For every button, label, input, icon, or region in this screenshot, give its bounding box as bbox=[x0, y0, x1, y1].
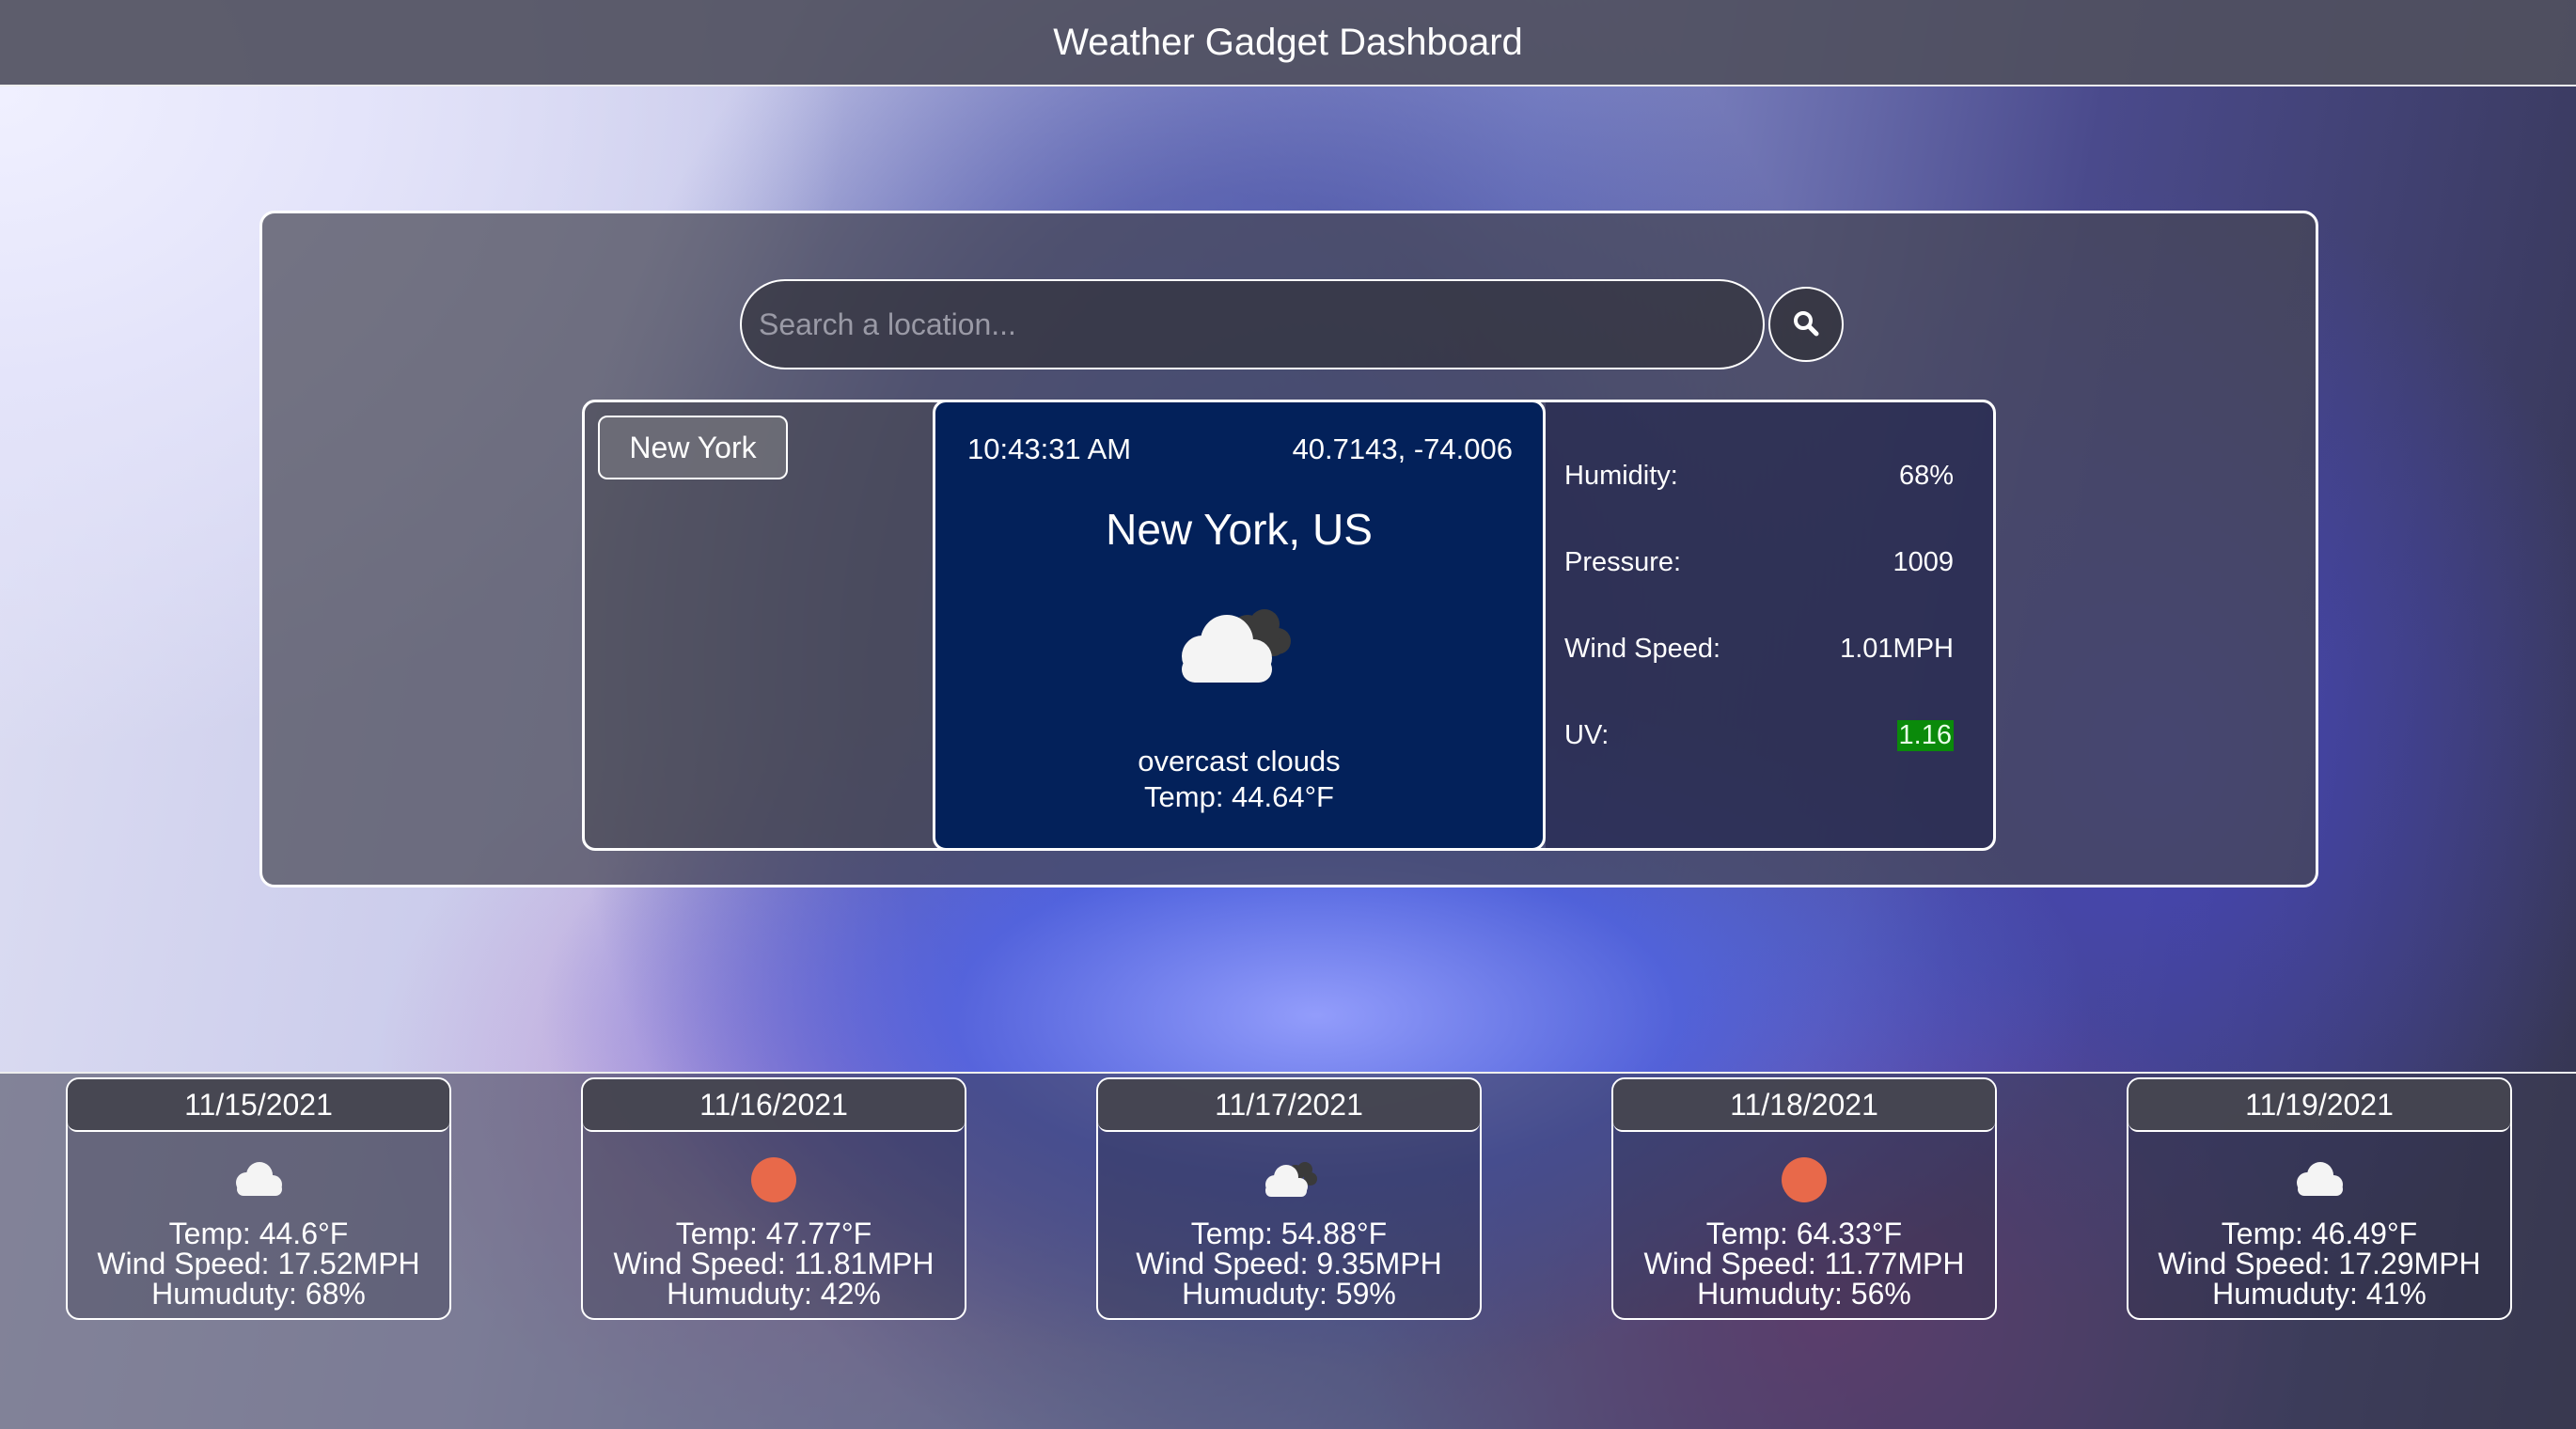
forecast-wind: Wind Speed: 11.81MPH bbox=[613, 1247, 935, 1280]
current-temp: Temp: 44.64°F bbox=[1144, 780, 1334, 813]
forecast-wind: Wind Speed: 17.29MPH bbox=[2158, 1247, 2481, 1280]
humidity-value: 68% bbox=[1898, 461, 1954, 491]
weather-stats: Humidity: 68% Pressure: 1009 Wind Speed:… bbox=[1546, 402, 1993, 848]
cloud-icon bbox=[226, 1156, 291, 1203]
city-name: New York, US bbox=[1106, 505, 1373, 554]
forecast-card: 11/19/2021 Temp: 46.49°F Wind Speed: 17.… bbox=[2127, 1077, 2512, 1320]
weather-description: overcast clouds bbox=[1138, 745, 1341, 777]
forecast-wind: Wind Speed: 17.52MPH bbox=[97, 1247, 420, 1280]
history-item-new-york[interactable]: New York bbox=[598, 416, 788, 479]
uv-row: UV: 1.16 bbox=[1564, 720, 1954, 751]
main-panel: New York 10:43:31 AM 40.7143, -74.006 Ne… bbox=[259, 211, 2318, 887]
current-weather-card: 10:43:31 AM 40.7143, -74.006 New York, U… bbox=[933, 400, 1546, 851]
forecast-temp: Temp: 47.77°F bbox=[675, 1217, 872, 1250]
wind-speed-value: 1.01MPH bbox=[1840, 634, 1954, 664]
search-bar bbox=[740, 279, 1844, 369]
search-history: New York bbox=[585, 402, 935, 848]
wind-speed-label: Wind Speed: bbox=[1564, 634, 1721, 664]
forecast-humidity: Humuduty: 41% bbox=[2212, 1277, 2427, 1311]
pressure-value: 1009 bbox=[1893, 547, 1954, 577]
cloud-icon bbox=[2286, 1156, 2352, 1203]
search-input[interactable] bbox=[740, 279, 1765, 369]
sun-icon bbox=[741, 1156, 807, 1203]
forecast-card: 11/18/2021 Temp: 64.33°F Wind Speed: 11.… bbox=[1611, 1077, 1997, 1320]
forecast-date: 11/19/2021 bbox=[2128, 1079, 2510, 1132]
forecast-humidity: Humuduty: 59% bbox=[1182, 1277, 1396, 1311]
coordinates: 40.7143, -74.006 bbox=[1292, 432, 1513, 465]
page-title: Weather Gadget Dashboard bbox=[1053, 21, 1523, 63]
weather-panel: New York 10:43:31 AM 40.7143, -74.006 Ne… bbox=[582, 400, 1996, 851]
forecast-humidity: Humuduty: 56% bbox=[1697, 1277, 1911, 1311]
forecast-humidity: Humuduty: 68% bbox=[151, 1277, 366, 1311]
forecast-card: 11/15/2021 Temp: 44.6°F Wind Speed: 17.5… bbox=[66, 1077, 451, 1320]
forecast-temp: Temp: 54.88°F bbox=[1190, 1217, 1388, 1250]
pressure-row: Pressure: 1009 bbox=[1564, 547, 1954, 578]
sun-icon bbox=[1771, 1156, 1837, 1203]
uv-label: UV: bbox=[1564, 720, 1610, 750]
forecast-humidity: Humuduty: 42% bbox=[667, 1277, 881, 1311]
overcast-cloud-icon bbox=[1161, 600, 1302, 694]
app-header: Weather Gadget Dashboard bbox=[0, 0, 2576, 86]
pressure-label: Pressure: bbox=[1564, 547, 1682, 577]
forecast-wind: Wind Speed: 11.77MPH bbox=[1643, 1247, 1965, 1280]
forecast-date: 11/16/2021 bbox=[583, 1079, 965, 1132]
humidity-label: Humidity: bbox=[1564, 461, 1678, 491]
wind-speed-row: Wind Speed: 1.01MPH bbox=[1564, 634, 1954, 665]
forecast-wind: Wind Speed: 9.35MPH bbox=[1136, 1247, 1442, 1280]
forecast-date: 11/18/2021 bbox=[1613, 1079, 1995, 1132]
humidity-row: Humidity: 68% bbox=[1564, 461, 1954, 492]
forecast-card: 11/16/2021 Temp: 47.77°F Wind Speed: 11.… bbox=[581, 1077, 966, 1320]
search-icon bbox=[1792, 309, 1820, 340]
forecast-date: 11/15/2021 bbox=[68, 1079, 449, 1132]
current-time: 10:43:31 AM bbox=[967, 432, 1132, 465]
uv-value-badge: 1.16 bbox=[1896, 720, 1954, 751]
forecast-card: 11/17/2021 Temp: 54.88°F Wind Speed: 9.3… bbox=[1096, 1077, 1482, 1320]
forecast-strip: 11/15/2021 Temp: 44.6°F Wind Speed: 17.5… bbox=[0, 1072, 2576, 1429]
forecast-date: 11/17/2021 bbox=[1098, 1079, 1480, 1132]
overcast-cloud-icon bbox=[1256, 1156, 1322, 1203]
forecast-temp: Temp: 64.33°F bbox=[1705, 1217, 1903, 1250]
forecast-temp: Temp: 46.49°F bbox=[2221, 1217, 2418, 1250]
search-button[interactable] bbox=[1768, 287, 1844, 362]
forecast-temp: Temp: 44.6°F bbox=[168, 1217, 349, 1250]
